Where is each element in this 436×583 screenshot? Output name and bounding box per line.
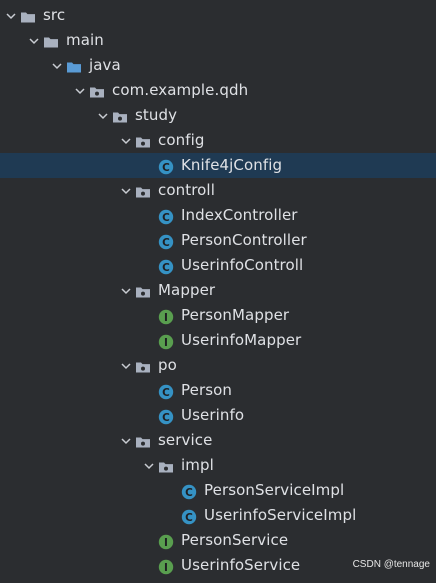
project-tree: src main java com.example.qdh study config C Kn… <box>0 3 436 578</box>
class-icon: C <box>181 483 197 500</box>
chevron-down-icon[interactable] <box>27 28 41 53</box>
class-icon: C <box>158 383 174 400</box>
class-icon: C <box>158 233 174 250</box>
interface-icon: I <box>158 533 174 550</box>
tree-row[interactable]: C PersonController <box>0 228 436 253</box>
tree-row[interactable]: controll <box>0 178 436 203</box>
folder-icon <box>20 8 36 24</box>
tree-row[interactable]: C PersonServiceImpl <box>0 478 436 503</box>
tree-item-label: impl <box>181 456 214 474</box>
tree-item-label: UserinfoControll <box>181 256 304 274</box>
svg-text:C: C <box>162 412 170 424</box>
svg-text:C: C <box>185 512 193 524</box>
package-icon <box>135 283 151 299</box>
svg-text:C: C <box>162 387 170 399</box>
package-icon <box>135 358 151 374</box>
tree-row[interactable]: po <box>0 353 436 378</box>
tree-row[interactable]: C Userinfo <box>0 403 436 428</box>
class-icon: C <box>158 408 174 425</box>
tree-item-label: Userinfo <box>181 406 245 424</box>
tree-item-label: src <box>43 6 66 24</box>
package-icon <box>112 108 128 124</box>
svg-text:C: C <box>162 162 170 174</box>
svg-text:I: I <box>164 337 168 349</box>
package-icon <box>135 133 151 149</box>
class-icon: C <box>158 158 174 175</box>
tree-row[interactable]: C IndexController <box>0 203 436 228</box>
package-icon <box>135 183 151 199</box>
tree-row[interactable]: com.example.qdh <box>0 78 436 103</box>
tree-item-label: UserinfoService <box>181 556 301 574</box>
tree-row[interactable]: src <box>0 3 436 28</box>
tree-item-label: java <box>89 56 121 74</box>
tree-item-label: po <box>158 356 177 374</box>
tree-item-label: controll <box>158 181 215 199</box>
svg-text:I: I <box>164 312 168 324</box>
tree-item-label: Person <box>181 381 233 399</box>
tree-item-label: PersonMapper <box>181 306 290 324</box>
tree-item-label: IndexController <box>181 206 298 224</box>
chevron-down-icon[interactable] <box>73 78 87 103</box>
svg-text:C: C <box>162 212 170 224</box>
chevron-down-icon[interactable] <box>142 453 156 478</box>
tree-row[interactable]: Mapper <box>0 278 436 303</box>
tree-row[interactable]: I PersonService <box>0 528 436 553</box>
class-icon: C <box>158 208 174 225</box>
package-icon <box>89 83 105 99</box>
tree-item-label: UserinfoMapper <box>181 331 302 349</box>
tree-row[interactable]: I PersonMapper <box>0 303 436 328</box>
svg-text:C: C <box>185 487 193 499</box>
interface-icon: I <box>158 308 174 325</box>
class-icon: C <box>181 508 197 525</box>
tree-item-label: PersonServiceImpl <box>204 481 345 499</box>
tree-row[interactable]: config <box>0 128 436 153</box>
tree-item-label: main <box>66 31 104 49</box>
chevron-down-icon[interactable] <box>119 353 133 378</box>
tree-row[interactable]: I UserinfoMapper <box>0 328 436 353</box>
svg-text:C: C <box>162 262 170 274</box>
class-icon: C <box>158 258 174 275</box>
tree-row[interactable]: java <box>0 53 436 78</box>
interface-icon: I <box>158 333 174 350</box>
chevron-down-icon[interactable] <box>119 128 133 153</box>
tree-row[interactable]: C UserinfoServiceImpl <box>0 503 436 528</box>
tree-row[interactable]: impl <box>0 453 436 478</box>
tree-item-label: config <box>158 131 205 149</box>
chevron-down-icon[interactable] <box>4 3 18 28</box>
interface-icon: I <box>158 558 174 575</box>
tree-item-label: service <box>158 431 213 449</box>
svg-text:I: I <box>164 537 168 549</box>
chevron-down-icon[interactable] <box>119 178 133 203</box>
package-icon <box>135 433 151 449</box>
tree-item-label: Knife4jConfig <box>181 156 283 174</box>
svg-text:C: C <box>162 237 170 249</box>
tree-row[interactable]: service <box>0 428 436 453</box>
tree-row[interactable]: study <box>0 103 436 128</box>
tree-row[interactable]: C UserinfoControll <box>0 253 436 278</box>
folder-icon <box>43 33 59 49</box>
tree-item-label: PersonService <box>181 531 289 549</box>
tree-item-label: UserinfoServiceImpl <box>204 506 357 524</box>
chevron-down-icon[interactable] <box>96 103 110 128</box>
chevron-down-icon[interactable] <box>119 278 133 303</box>
source-folder-icon <box>66 58 82 74</box>
chevron-down-icon[interactable] <box>50 53 64 78</box>
tree-row[interactable]: C Knife4jConfig <box>0 153 436 178</box>
tree-row[interactable]: main <box>0 28 436 53</box>
package-icon <box>158 458 174 474</box>
tree-item-label: com.example.qdh <box>112 81 249 99</box>
chevron-down-icon[interactable] <box>119 428 133 453</box>
tree-item-label: Mapper <box>158 281 216 299</box>
tree-row[interactable]: C Person <box>0 378 436 403</box>
tree-item-label: PersonController <box>181 231 307 249</box>
svg-text:I: I <box>164 562 168 574</box>
watermark: CSDN @tennage <box>352 559 430 570</box>
tree-item-label: study <box>135 106 178 124</box>
